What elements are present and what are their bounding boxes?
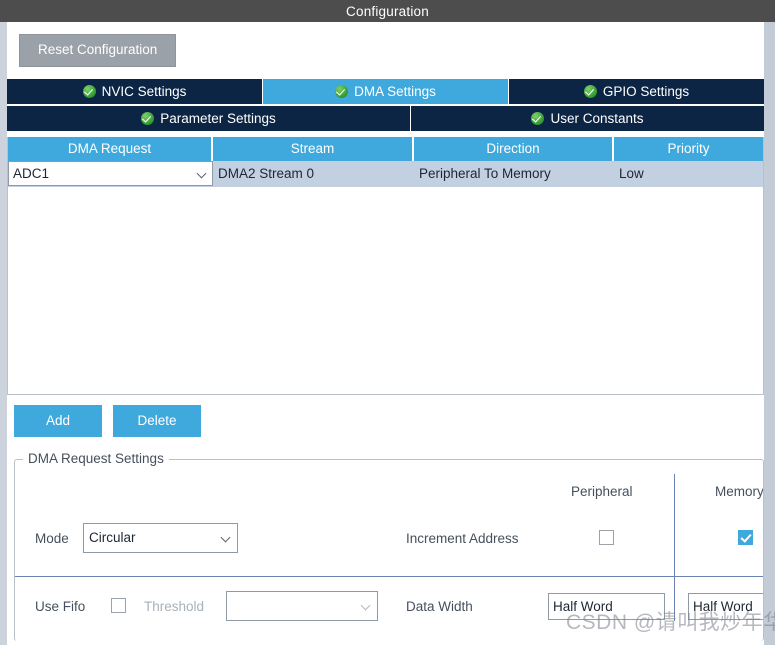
table-header-row: DMA Request Stream Direction Priority: [8, 136, 763, 161]
increment-address-memory-checkbox[interactable]: [738, 529, 753, 545]
dma-request-table: DMA Request Stream Direction Priority AD…: [7, 136, 764, 395]
mode-label: Mode: [35, 530, 69, 546]
dialog-content: Reset Configuration NVIC Settings DMA Se…: [7, 22, 764, 645]
column-header-direction[interactable]: Direction: [414, 136, 614, 161]
add-button[interactable]: Add: [14, 404, 102, 437]
table-body: ADC1 DMA2 Stream 0 Peripheral To Memory …: [8, 160, 763, 187]
column-header-priority[interactable]: Priority: [614, 137, 763, 161]
increment-address-label: Increment Address: [406, 530, 519, 546]
tab-label: User Constants: [550, 110, 644, 126]
window-titlebar: Configuration: [0, 0, 775, 22]
delete-button[interactable]: Delete: [113, 404, 201, 437]
window-title: Configuration: [346, 3, 429, 19]
tab-label: Parameter Settings: [160, 110, 276, 126]
mode-row: Mode Circular Increment Address: [15, 520, 763, 560]
group-title: DMA Request Settings: [23, 450, 169, 466]
dma-request-value: ADC1: [13, 166, 50, 181]
tab-parameter-settings[interactable]: Parameter Settings: [7, 105, 411, 131]
section-divider: [15, 575, 763, 577]
header-memory: Memory: [715, 483, 763, 499]
tab-label: GPIO Settings: [602, 83, 690, 99]
column-header-stream[interactable]: Stream: [213, 136, 414, 161]
check-circle-icon: [335, 84, 349, 98]
tab-gpio-settings[interactable]: GPIO Settings: [509, 78, 764, 104]
chevron-down-icon: [197, 168, 208, 179]
check-circle-icon: [141, 111, 155, 125]
tab-row-primary: NVIC Settings DMA Settings GPIO Settings: [7, 78, 764, 104]
tab-bar: NVIC Settings DMA Settings GPIO Settings…: [7, 78, 764, 131]
table-row[interactable]: ADC1 DMA2 Stream 0 Peripheral To Memory …: [8, 160, 763, 187]
data-width-label: Data Width: [406, 598, 473, 614]
configuration-window: Configuration Reset Configuration NVIC S…: [0, 0, 775, 645]
tab-nvic-settings[interactable]: NVIC Settings: [7, 78, 263, 104]
cell-dma-request: ADC1: [8, 161, 213, 187]
reset-configuration-button[interactable]: Reset Configuration: [19, 34, 177, 67]
chevron-down-icon: [221, 532, 232, 543]
dma-request-select[interactable]: ADC1: [8, 161, 213, 186]
tab-label: NVIC Settings: [101, 83, 187, 99]
threshold-select[interactable]: [226, 590, 378, 621]
column-header-dma-request[interactable]: DMA Request: [8, 136, 213, 161]
fifo-row: Use Fifo Threshold Data Width Half Word …: [15, 588, 763, 621]
tab-user-constants[interactable]: User Constants: [411, 105, 764, 131]
right-gutter: [764, 22, 775, 645]
use-fifo-checkbox[interactable]: [111, 597, 126, 613]
dma-request-settings-group: DMA Request Settings Peripheral Memory M…: [14, 450, 764, 641]
threshold-label: Threshold: [144, 598, 205, 614]
chevron-down-icon: [361, 600, 372, 611]
check-circle-icon: [531, 111, 545, 125]
data-width-peripheral-field[interactable]: Half Word: [548, 592, 665, 620]
header-peripheral: Peripheral: [571, 483, 633, 499]
tab-row-secondary: Parameter Settings User Constants: [7, 105, 764, 131]
tab-label: DMA Settings: [354, 83, 436, 99]
left-gutter: [0, 22, 7, 645]
increment-address-peripheral-checkbox[interactable]: [599, 529, 614, 545]
cell-priority: Low: [619, 166, 644, 181]
column-headers: Peripheral Memory: [15, 484, 763, 504]
mode-select[interactable]: Circular: [83, 522, 238, 553]
use-fifo-label: Use Fifo: [35, 598, 86, 614]
check-circle-icon: [82, 84, 96, 98]
tab-dma-settings[interactable]: DMA Settings: [263, 78, 509, 104]
mode-value: Circular: [89, 530, 136, 545]
reset-row: Reset Configuration: [7, 22, 764, 67]
group-inner: Peripheral Memory Mode Circular Incremen…: [15, 460, 763, 621]
cell-stream: DMA2 Stream 0: [218, 166, 315, 181]
check-circle-icon: [583, 84, 597, 98]
table-actions: Add Delete: [7, 404, 764, 437]
cell-direction: Peripheral To Memory: [419, 166, 551, 181]
data-width-memory-field[interactable]: Half Word: [688, 592, 763, 620]
